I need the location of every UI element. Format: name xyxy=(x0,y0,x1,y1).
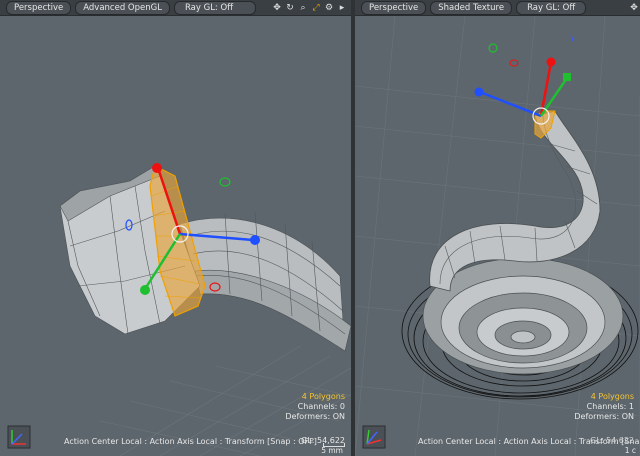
gear-icon[interactable]: ⚙ xyxy=(324,3,334,13)
zoom-view-icon[interactable]: ⌕ xyxy=(298,3,308,13)
stats-hud: 4 Polygons Channels: 0 Deformers: ON xyxy=(285,392,345,422)
fit-view-icon[interactable]: ⤢ xyxy=(311,3,321,13)
left-viewport[interactable]: Perspective Advanced OpenGL Ray GL: Off … xyxy=(0,0,351,456)
deformers-status: Deformers: ON xyxy=(574,412,634,421)
axis-orientation-icon xyxy=(7,425,31,449)
x-axis-handle[interactable] xyxy=(250,235,260,245)
gl-count: GL: 54,622 xyxy=(590,436,634,445)
axis-orientation-icon xyxy=(362,425,386,449)
view-mode-dropdown[interactable]: Perspective xyxy=(361,0,427,15)
stats-hud: 4 Polygons Channels: 1 Deformers: ON xyxy=(574,392,634,422)
deformers-status: Deformers: ON xyxy=(285,412,345,421)
polygon-count: 4 Polygons xyxy=(301,392,345,401)
channels-count: Channels: 0 xyxy=(297,402,345,411)
channels-count: Channels: 1 xyxy=(586,402,634,411)
right-3d-scene[interactable] xyxy=(355,16,640,456)
viewport-header: Perspective Shaded Texture Ray GL: Off ✥… xyxy=(355,0,640,16)
z-axis-handle[interactable] xyxy=(546,57,556,67)
raygl-toggle[interactable]: Ray GL: Off xyxy=(173,0,257,15)
scale-label: 5 mm xyxy=(321,446,343,455)
move-view-icon[interactable]: ✥ xyxy=(629,3,639,13)
render-mode-dropdown[interactable]: Advanced OpenGL xyxy=(75,0,170,15)
move-view-icon[interactable]: ✥ xyxy=(272,3,282,13)
y-axis-handle[interactable] xyxy=(563,73,571,81)
right-viewport[interactable]: Perspective Shaded Texture Ray GL: Off ✥… xyxy=(355,0,640,456)
tube-mesh xyxy=(59,165,351,352)
action-status: Action Center Local : Action Axis Local … xyxy=(64,437,317,446)
view-mode-dropdown[interactable]: Perspective xyxy=(6,0,72,15)
raygl-toggle[interactable]: Ray GL: Off xyxy=(516,0,587,15)
scale-label: 1 c xyxy=(624,446,636,455)
expand-arrow-icon[interactable]: ▸ xyxy=(337,3,347,13)
rotate-view-icon[interactable]: ↻ xyxy=(285,3,295,13)
x-axis-handle[interactable] xyxy=(474,87,484,97)
polygon-count: 4 Polygons xyxy=(590,392,634,401)
transform-gizmo[interactable] xyxy=(474,34,574,125)
left-3d-scene[interactable] xyxy=(0,16,351,456)
viewport-header: Perspective Advanced OpenGL Ray GL: Off … xyxy=(0,0,351,16)
render-mode-dropdown[interactable]: Shaded Texture xyxy=(430,0,513,15)
y-axis-handle[interactable] xyxy=(140,285,150,295)
z-axis-handle[interactable] xyxy=(152,163,162,173)
